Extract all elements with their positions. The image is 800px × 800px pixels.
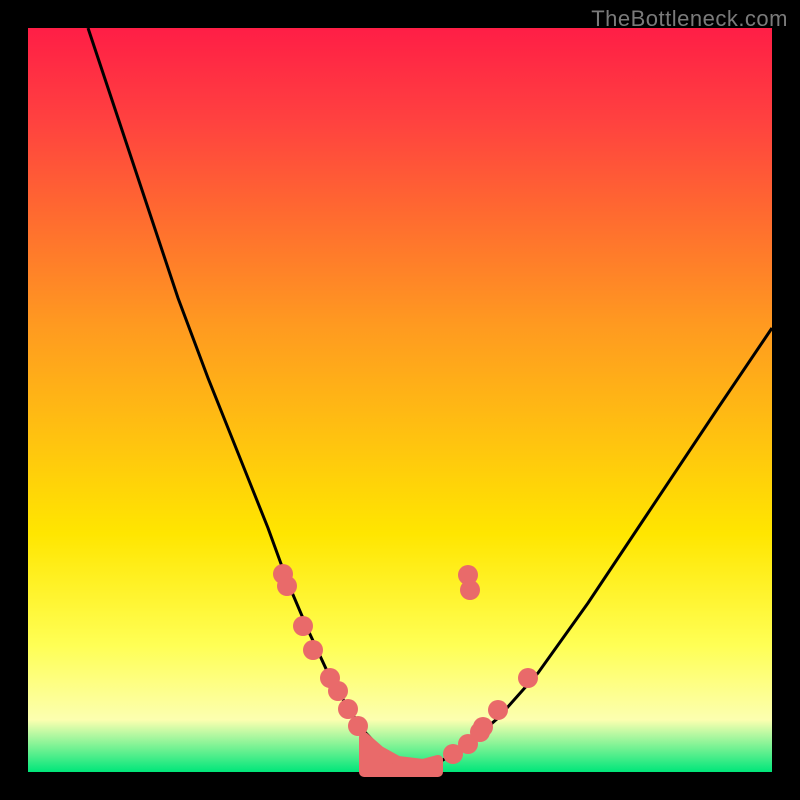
highlight-point [293, 616, 313, 636]
highlight-band [364, 737, 438, 772]
highlight-point [277, 576, 297, 596]
highlight-point [518, 668, 538, 688]
curve-svg [28, 28, 772, 772]
highlight-point [348, 716, 368, 736]
highlight-point [328, 681, 348, 701]
bottleneck-curve [88, 28, 772, 766]
highlight-point [473, 717, 493, 737]
highlight-point [488, 700, 508, 720]
highlight-point [458, 565, 478, 585]
highlight-point [338, 699, 358, 719]
watermark-text: TheBottleneck.com [591, 6, 788, 32]
highlight-points [273, 564, 538, 764]
highlight-point [303, 640, 323, 660]
chart-frame: TheBottleneck.com [0, 0, 800, 800]
plot-area [28, 28, 772, 772]
